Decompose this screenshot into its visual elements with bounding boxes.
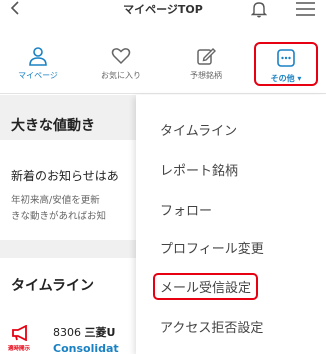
tab-label: 予想銘柄 xyxy=(190,71,222,80)
menu-item-report-stocks[interactable]: レポート銘柄 xyxy=(160,160,238,179)
tab-favorites[interactable]: お気に入り xyxy=(86,46,156,86)
menu-item-timeline[interactable]: タイムライン xyxy=(160,120,237,139)
menu-item-access-deny[interactable]: アクセス拒否設定 xyxy=(160,317,263,336)
stock-name: 三菱U xyxy=(84,326,116,339)
megaphone-icon xyxy=(12,325,27,341)
section-title-timeline: タイムライン xyxy=(11,278,95,294)
tab-label: マイページ xyxy=(18,71,58,80)
news-body: 年初来高/安値を更新 きな動きがあればお知 xyxy=(11,193,106,225)
tab-bar: マイページ お気に入り 予想銘柄 その他 ▾ xyxy=(0,40,326,94)
tab-label: その他 ▾ xyxy=(270,74,302,83)
news-body-line: 年初来高/安値を更新 xyxy=(11,195,100,206)
tab-label: お気に入り xyxy=(101,71,141,80)
disclosure-badge: 適時開示 xyxy=(8,346,31,352)
menu-item-follow[interactable]: フォロー xyxy=(160,200,212,219)
timeline-item[interactable]: 適時開示 8306 三菱U Consolidat xyxy=(0,317,136,354)
stock-code-number: 8306 xyxy=(53,326,81,339)
more-icon xyxy=(277,49,295,67)
app-header: マイページTOP xyxy=(0,0,326,20)
section-divider xyxy=(0,240,136,258)
section-title-big-moves: 大きな値動き xyxy=(11,118,95,134)
timeline-link[interactable]: Consolidat xyxy=(53,342,119,354)
bell-icon[interactable] xyxy=(251,0,267,18)
tab-other[interactable]: その他 ▾ xyxy=(254,42,318,86)
menu-item-profile-edit[interactable]: プロフィール変更 xyxy=(160,238,264,257)
other-dropdown-menu: タイムライン レポート銘柄 フォロー プロフィール変更 メール受信設定 アクセス… xyxy=(136,95,326,354)
main-content: 大きな値動き 新着のお知らせはあ 年初来高/安値を更新 きな動きがあればお知 タ… xyxy=(0,95,136,354)
tab-predictions[interactable]: 予想銘柄 xyxy=(171,46,241,86)
hamburger-menu-icon[interactable] xyxy=(296,2,315,16)
heart-icon xyxy=(111,48,131,65)
news-body-line: きな動きがあればお知 xyxy=(11,211,107,222)
news-title: 新着のお知らせはあ xyxy=(11,169,119,183)
page-title: マイページTOP xyxy=(123,3,203,16)
edit-icon xyxy=(197,48,216,65)
tab-mypage[interactable]: マイページ xyxy=(3,46,73,86)
person-icon xyxy=(29,47,47,66)
stock-code: 8306 三菱U xyxy=(53,324,115,340)
menu-item-mail-settings[interactable]: メール受信設定 xyxy=(153,273,259,300)
